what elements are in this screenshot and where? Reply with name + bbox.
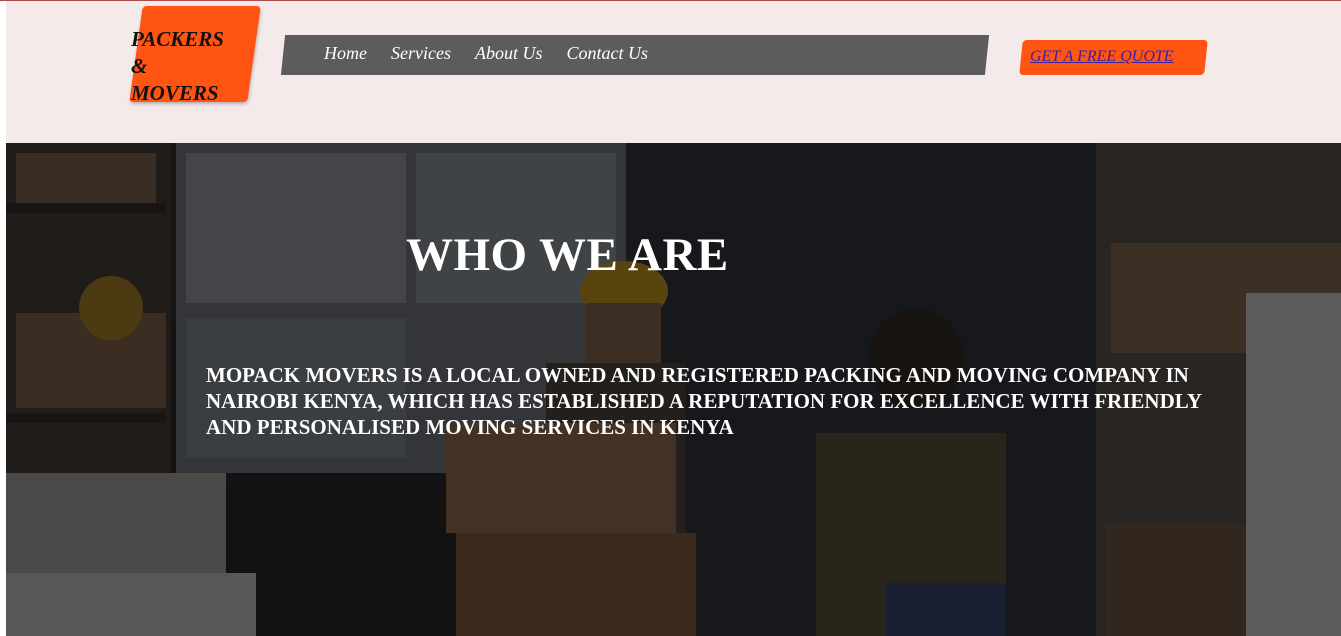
logo-line-2: & — [131, 54, 148, 78]
hero-section: WHO WE ARE MOPACK MOVERS IS A LOCAL OWNE… — [6, 143, 1341, 636]
hero-title: WHO WE ARE — [406, 229, 729, 281]
logo[interactable]: PACKERS & MOVERS — [131, 26, 261, 107]
nav-link-about-us[interactable]: About Us — [475, 43, 543, 64]
nav-link-contact-us[interactable]: Contact Us — [566, 43, 648, 64]
hero-description: MOPACK MOVERS IS A LOCAL OWNED AND REGIS… — [206, 363, 1202, 439]
free-quote-link[interactable]: GET A FREE QUOTE — [1030, 48, 1174, 66]
logo-line-3: MOVERS — [131, 81, 219, 105]
nav-link-home[interactable]: Home — [324, 43, 367, 64]
logo-line-1: PACKERS — [131, 27, 224, 51]
main-nav: Home Services About Us Contact Us — [324, 43, 648, 64]
nav-link-services[interactable]: Services — [391, 43, 451, 64]
